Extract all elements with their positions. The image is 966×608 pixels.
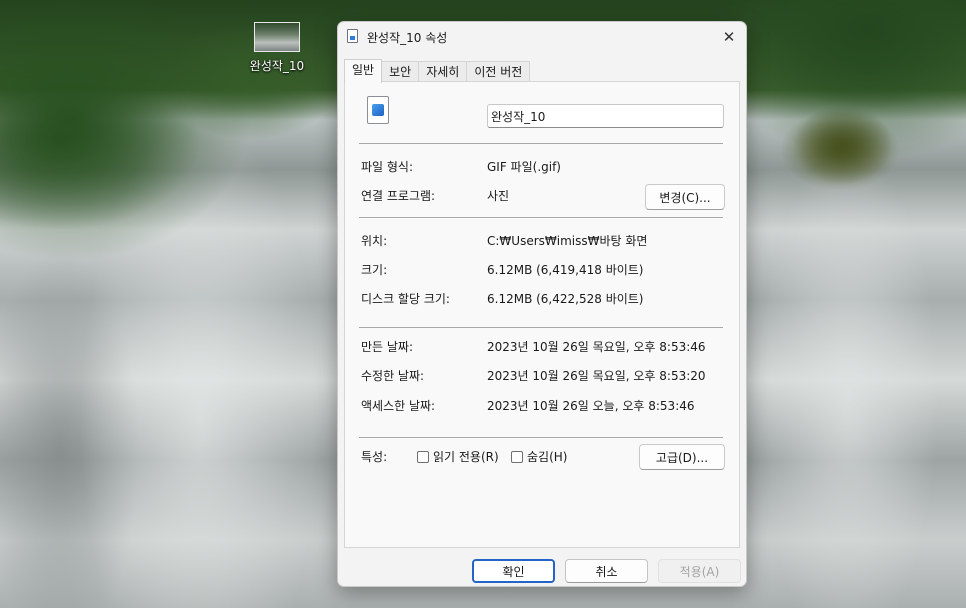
- size-label: 크기:: [361, 263, 388, 277]
- hidden-checkbox-box[interactable]: [511, 450, 523, 463]
- size-value: 6.12MB (6,419,418 바이트): [487, 263, 644, 277]
- hidden-checkbox[interactable]: 숨김(H): [511, 448, 567, 465]
- image-file-icon: [367, 96, 389, 124]
- location-value: C:₩Users₩imiss₩바탕 화면: [487, 234, 648, 248]
- desktop-background-left: [0, 0, 340, 608]
- hidden-checkbox-label: 숨김(H): [527, 450, 568, 464]
- dialog-title: 완성작_10 속성: [367, 31, 448, 45]
- tab-general[interactable]: 일반: [344, 59, 383, 83]
- cancel-button[interactable]: 취소: [565, 559, 648, 583]
- created-label: 만든 날짜:: [361, 340, 414, 354]
- opens-with-label: 연결 프로그램:: [361, 189, 436, 203]
- divider: [359, 217, 723, 218]
- file-thumbnail: [254, 22, 300, 52]
- location-label: 위치:: [361, 234, 388, 248]
- modified-label: 수정한 날짜:: [361, 369, 425, 383]
- size-on-disk-label: 디스크 할당 크기:: [361, 292, 450, 306]
- readonly-checkbox-box[interactable]: [417, 450, 429, 463]
- desktop-file-label: 완성작_10: [249, 59, 305, 73]
- attributes-label: 특성:: [361, 450, 388, 464]
- divider: [359, 327, 723, 328]
- change-button[interactable]: 변경(C)...: [645, 184, 725, 210]
- desktop-file-icon[interactable]: 완성작_10: [244, 22, 310, 74]
- readonly-checkbox-label: 읽기 전용(R): [433, 450, 499, 464]
- size-on-disk-value: 6.12MB (6,422,528 바이트): [487, 292, 644, 306]
- created-value: 2023년 10월 26일 목요일, 오후 8:53:46: [487, 340, 706, 354]
- file-name-input[interactable]: [487, 104, 724, 128]
- title-bar[interactable]: 완성작_10 속성 ✕: [338, 22, 746, 52]
- tab-previous-versions[interactable]: 이전 버전: [466, 61, 531, 83]
- advanced-button[interactable]: 고급(D)...: [639, 444, 725, 470]
- tab-strip: 일반 보안 자세히 이전 버전: [344, 59, 531, 83]
- close-button[interactable]: ✕: [716, 25, 742, 49]
- desktop-background-right: [748, 0, 966, 608]
- divider: [359, 143, 723, 144]
- tab-details[interactable]: 자세히: [418, 61, 468, 83]
- opens-with-value: 사진: [487, 189, 510, 203]
- file-icon: [347, 29, 358, 43]
- apply-button[interactable]: 적용(A): [658, 559, 741, 583]
- file-type-label: 파일 형식:: [361, 160, 414, 174]
- readonly-checkbox[interactable]: 읽기 전용(R): [417, 448, 499, 465]
- properties-dialog: 완성작_10 속성 ✕ 일반 보안 자세히 이전 버전 파일 형식: GIF 파…: [337, 21, 747, 587]
- general-tab-panel: 파일 형식: GIF 파일(.gif) 연결 프로그램: 사진 변경(C)...…: [344, 81, 740, 548]
- accessed-value: 2023년 10월 26일 오늘, 오후 8:53:46: [487, 399, 695, 413]
- tab-security[interactable]: 보안: [381, 61, 420, 83]
- divider: [359, 437, 723, 438]
- ok-button[interactable]: 확인: [472, 559, 555, 583]
- accessed-label: 액세스한 날짜:: [361, 399, 436, 413]
- modified-value: 2023년 10월 26일 목요일, 오후 8:53:20: [487, 369, 706, 383]
- file-type-value: GIF 파일(.gif): [487, 160, 561, 174]
